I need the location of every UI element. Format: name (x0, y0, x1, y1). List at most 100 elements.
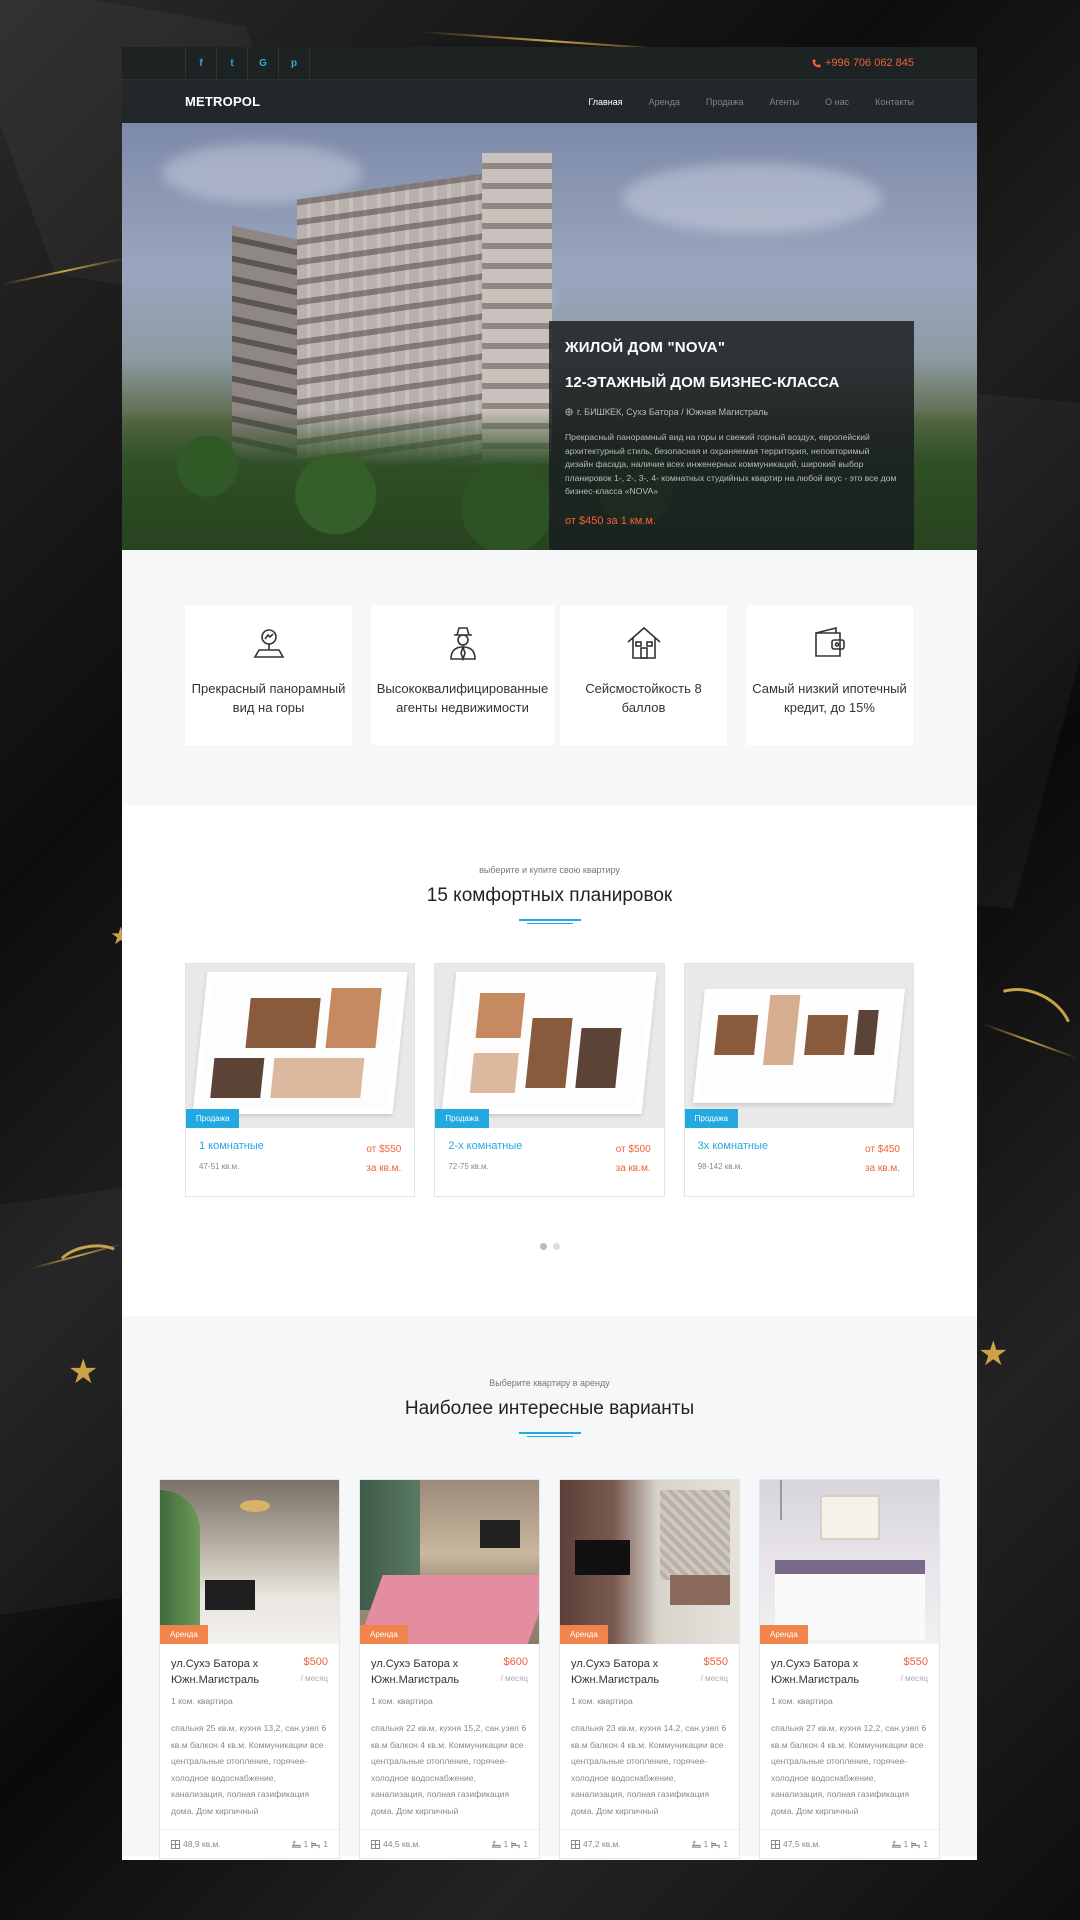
section-divider (518, 919, 581, 924)
bed-icon (911, 1841, 920, 1848)
area-icon (371, 1839, 380, 1849)
lobby-chair (205, 1580, 255, 1610)
nav-menu: Главная Аренда Продажа Агенты О нас Конт… (562, 97, 914, 107)
bg-gold-ribbon (962, 972, 1080, 1088)
plan-card[interactable]: Продажа 3х комнатные 98-142 кв.м. от $45… (683, 963, 914, 1197)
nav-item-contacts[interactable]: Контакты (875, 97, 914, 107)
rental-description: спальня 22 кв.м, кухня 15,2, сан.узел 6 … (371, 1723, 527, 1816)
twitter-icon[interactable]: t (217, 47, 248, 79)
area-icon (171, 1839, 180, 1849)
plan-room (525, 1018, 573, 1088)
top-bar: f t G p +996 706 062 845 (122, 47, 977, 79)
rental-card[interactable]: Аренда ул.Сухэ Батора х Южн.Магистраль $… (759, 1479, 940, 1859)
plan-price-unit: за кв.м. (366, 1163, 402, 1174)
google-icon[interactable]: G (248, 47, 279, 79)
feature-card: Высококвалифицированные агенты недвижимо… (371, 605, 554, 745)
rental-header: ул.Сухэ Батора х Южн.Магистраль $550 / м… (771, 1656, 928, 1688)
agent-icon (449, 627, 476, 662)
plan-room (210, 1058, 265, 1098)
wall-art-decor (820, 1495, 880, 1540)
plan-price-value: от $550 (366, 1144, 402, 1155)
plan-price: от $450 за кв.м. (865, 1140, 900, 1178)
plan-price-unit: за кв.м. (864, 1163, 900, 1174)
floor-plan-image: Продажа (435, 964, 664, 1128)
plan-card[interactable]: Продажа 1 комнатные 47-51 кв.м. от $550 … (185, 963, 416, 1197)
baths-value: 1 (503, 1839, 509, 1849)
plan-area: 72-75 кв.м. (448, 1162, 489, 1171)
section-subtitle: Выберите квартиру в аренду (489, 1378, 610, 1388)
chandelier-decor (240, 1500, 270, 1512)
phone-icon (812, 58, 821, 67)
carousel-dots (122, 1243, 977, 1250)
bath-icon (491, 1840, 501, 1848)
rental-info: ул.Сухэ Батора х Южн.Магистраль $550 / м… (560, 1644, 739, 1820)
rental-card[interactable]: Аренда ул.Сухэ Батора х Южн.Магистраль $… (159, 1479, 340, 1859)
plan-card[interactable]: Продажа 2-х комнатные 72-75 кв.м. от $50… (434, 963, 665, 1197)
rental-cards: Аренда ул.Сухэ Батора х Южн.Магистраль $… (122, 1479, 977, 1859)
floor-plan-drawing (441, 972, 658, 1114)
house-icon (626, 626, 661, 659)
rental-card[interactable]: Аренда ул.Сухэ Батора х Южн.Магистраль $… (359, 1479, 540, 1859)
tv-decor (575, 1540, 630, 1575)
feature-card: Прекрасный панорамный вид на горы (185, 605, 352, 745)
rental-footer: 44,5 кв.м. 1 1 (360, 1829, 539, 1858)
carousel-dot[interactable] (539, 1243, 547, 1250)
carousel-dot[interactable] (552, 1243, 560, 1250)
tv-decor (480, 1520, 520, 1548)
rental-address[interactable]: ул.Сухэ Батора х Южн.Магистраль (171, 1656, 281, 1688)
floor-plan-image: Продажа (186, 964, 415, 1128)
rental-address[interactable]: ул.Сухэ Батора х Южн.Магистраль (771, 1656, 881, 1688)
room-stats: 1 1 (491, 1839, 528, 1849)
rental-footer: 48,9 кв.м. 1 1 (160, 1829, 339, 1858)
room-stats: 1 1 (691, 1839, 728, 1849)
rental-price-value: $500 (303, 1656, 328, 1668)
rentals-section: Выберите квартиру в аренду Наиболее инте… (122, 1316, 977, 1859)
rental-price-value: $550 (703, 1656, 728, 1668)
nav-item-home[interactable]: Главная (588, 97, 622, 107)
social-links: f t G p (185, 47, 310, 79)
rental-footer: 47,2 кв.м. 1 1 (560, 1829, 739, 1858)
plan-price: от $550 за кв.м. (366, 1140, 401, 1178)
plan-price-value: от $500 (615, 1144, 651, 1155)
nav-item-agents[interactable]: Агенты (769, 97, 799, 107)
features-section: Прекрасный панорамный вид на горы Высоко… (122, 550, 977, 805)
hero-location-text: г. БИШКЕК, Сухэ Батора / Южная Магистрал… (577, 407, 769, 417)
rental-address[interactable]: ул.Сухэ Батора х Южн.Магистраль (571, 1656, 681, 1688)
nav-item-sale[interactable]: Продажа (706, 97, 744, 107)
beds-value: 1 (323, 1839, 328, 1849)
sale-badge: Продажа (435, 1109, 489, 1128)
nav-item-rent[interactable]: Аренда (649, 97, 680, 107)
plan-room (803, 1015, 848, 1055)
bed-icon (311, 1841, 320, 1848)
sale-badge: Продажа (186, 1109, 240, 1128)
phone-link[interactable]: +996 706 062 845 (812, 57, 914, 69)
rental-info: ул.Сухэ Батора х Южн.Магистраль $500 / м… (160, 1644, 339, 1820)
beds-value: 1 (923, 1839, 928, 1849)
feature-card: Самый низкий ипотечный кредит, до 15% (746, 605, 913, 745)
plan-title[interactable]: 1 комнатные (199, 1140, 264, 1152)
apartment-photo: Аренда (160, 1480, 339, 1644)
nav-item-about[interactable]: О нас (825, 97, 849, 107)
plan-room (853, 1010, 879, 1055)
rental-card[interactable]: Аренда ул.Сухэ Батора х Южн.Магистраль $… (559, 1479, 740, 1859)
plan-title[interactable]: 3х комнатные (698, 1140, 768, 1152)
plan-area: 98-142 кв.м. (697, 1162, 743, 1171)
apartment-photo: Аренда (360, 1480, 539, 1644)
rental-address[interactable]: ул.Сухэ Батора х Южн.Магистраль (371, 1656, 481, 1688)
area-value: 47,5 кв.м. (783, 1839, 821, 1849)
facebook-icon[interactable]: f (186, 47, 217, 79)
rental-price: $500 / месяц (301, 1656, 328, 1688)
hero-description: Прекрасный панорамный вид на горы и свеж… (565, 432, 897, 497)
mountain-view-icon (253, 629, 284, 658)
apartment-photo: Аренда (560, 1480, 739, 1644)
plan-room (713, 1015, 758, 1055)
section-subtitle: выберите и купите свою квартиру (479, 865, 620, 875)
hero-subtitle: 12-ЭТАЖНЫЙ ДОМ БИЗНЕС-КЛАССА (565, 374, 840, 391)
bed-icon (511, 1841, 520, 1848)
bath-icon (891, 1840, 901, 1848)
pendant-lamp (780, 1480, 782, 1520)
sofa-decor (670, 1575, 730, 1605)
site-logo[interactable]: METROPOL (185, 94, 260, 109)
pinterest-icon[interactable]: p (279, 47, 310, 79)
plan-title[interactable]: 2-х комнатные (448, 1140, 522, 1152)
